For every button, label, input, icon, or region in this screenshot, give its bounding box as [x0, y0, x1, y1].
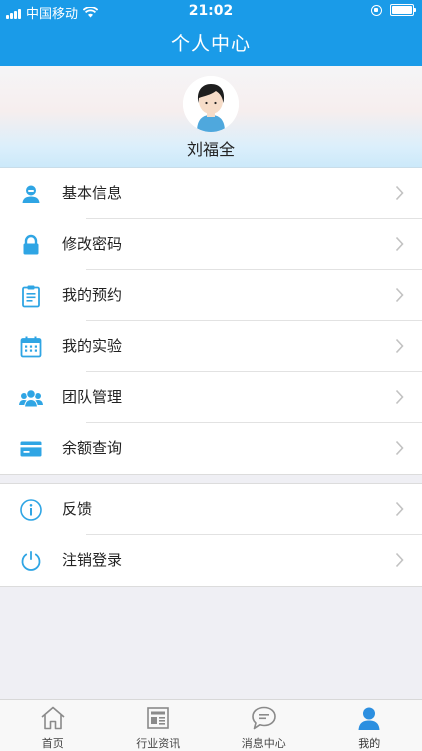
chevron-right-icon [395, 501, 404, 517]
status-right [371, 4, 414, 16]
message-icon [250, 705, 278, 731]
menu-item-label: 注销登录 [62, 535, 122, 586]
calendar-icon [19, 335, 43, 359]
avatar[interactable] [183, 76, 239, 132]
info-icon [19, 498, 43, 522]
navigation-bar: 个人中心 [0, 22, 422, 66]
news-icon [144, 705, 172, 731]
menu-item-label: 团队管理 [62, 372, 122, 423]
clipboard-icon [19, 284, 43, 308]
menu-item-label: 基本信息 [62, 168, 122, 219]
power-icon [19, 549, 43, 573]
menu-item-label: 余额查询 [62, 423, 122, 474]
menu-group-account: 反馈 注销登录 [0, 483, 422, 587]
chevron-right-icon [395, 338, 404, 354]
user-name: 刘福全 [0, 136, 422, 160]
page-title: 个人中心 [0, 22, 422, 66]
status-bar: 中国移动 21:02 [0, 0, 422, 22]
chevron-right-icon [395, 236, 404, 252]
home-icon [39, 705, 67, 731]
tab-label: 我的 [317, 735, 422, 751]
tab-mine[interactable]: 我的 [317, 700, 422, 751]
menu-item-my-experiments[interactable]: 我的实验 [0, 321, 422, 372]
battery-icon [390, 4, 414, 16]
lock-icon [19, 233, 43, 257]
tab-message-center[interactable]: 消息中心 [211, 700, 317, 751]
chevron-right-icon [395, 440, 404, 456]
menu-item-change-password[interactable]: 修改密码 [0, 219, 422, 270]
menu-item-feedback[interactable]: 反馈 [0, 484, 422, 535]
chevron-right-icon [395, 389, 404, 405]
rotation-lock-icon [371, 5, 382, 16]
chevron-right-icon [395, 185, 404, 201]
menu-item-label: 修改密码 [62, 219, 122, 270]
tab-home[interactable]: 首页 [0, 700, 106, 751]
menu-item-team-management[interactable]: 团队管理 [0, 372, 422, 423]
chevron-right-icon [395, 287, 404, 303]
menu-item-basic-info[interactable]: 基本信息 [0, 168, 422, 219]
menu-group-main: 基本信息 修改密码 我的预约 我 [0, 168, 422, 475]
status-time: 21:02 [0, 3, 422, 19]
chevron-right-icon [395, 552, 404, 568]
avatar-icon [183, 76, 239, 132]
tab-label: 首页 [0, 735, 106, 751]
profile-header: 刘福全 [0, 66, 422, 168]
tab-bar: 首页 行业资讯 消息中心 我的 [0, 699, 422, 751]
user-info-icon [19, 182, 43, 206]
menu-item-label: 我的预约 [62, 270, 122, 321]
tab-industry-news[interactable]: 行业资讯 [106, 700, 212, 751]
tab-label: 消息中心 [211, 735, 317, 751]
tab-label: 行业资讯 [106, 735, 212, 751]
menu-item-balance-query[interactable]: 余额查询 [0, 423, 422, 474]
menu-item-my-appointments[interactable]: 我的预约 [0, 270, 422, 321]
menu-item-label: 我的实验 [62, 321, 122, 372]
menu-item-label: 反馈 [62, 484, 92, 535]
team-icon [19, 386, 43, 410]
person-icon [355, 705, 383, 731]
card-icon [19, 437, 43, 461]
menu-item-logout[interactable]: 注销登录 [0, 535, 422, 586]
